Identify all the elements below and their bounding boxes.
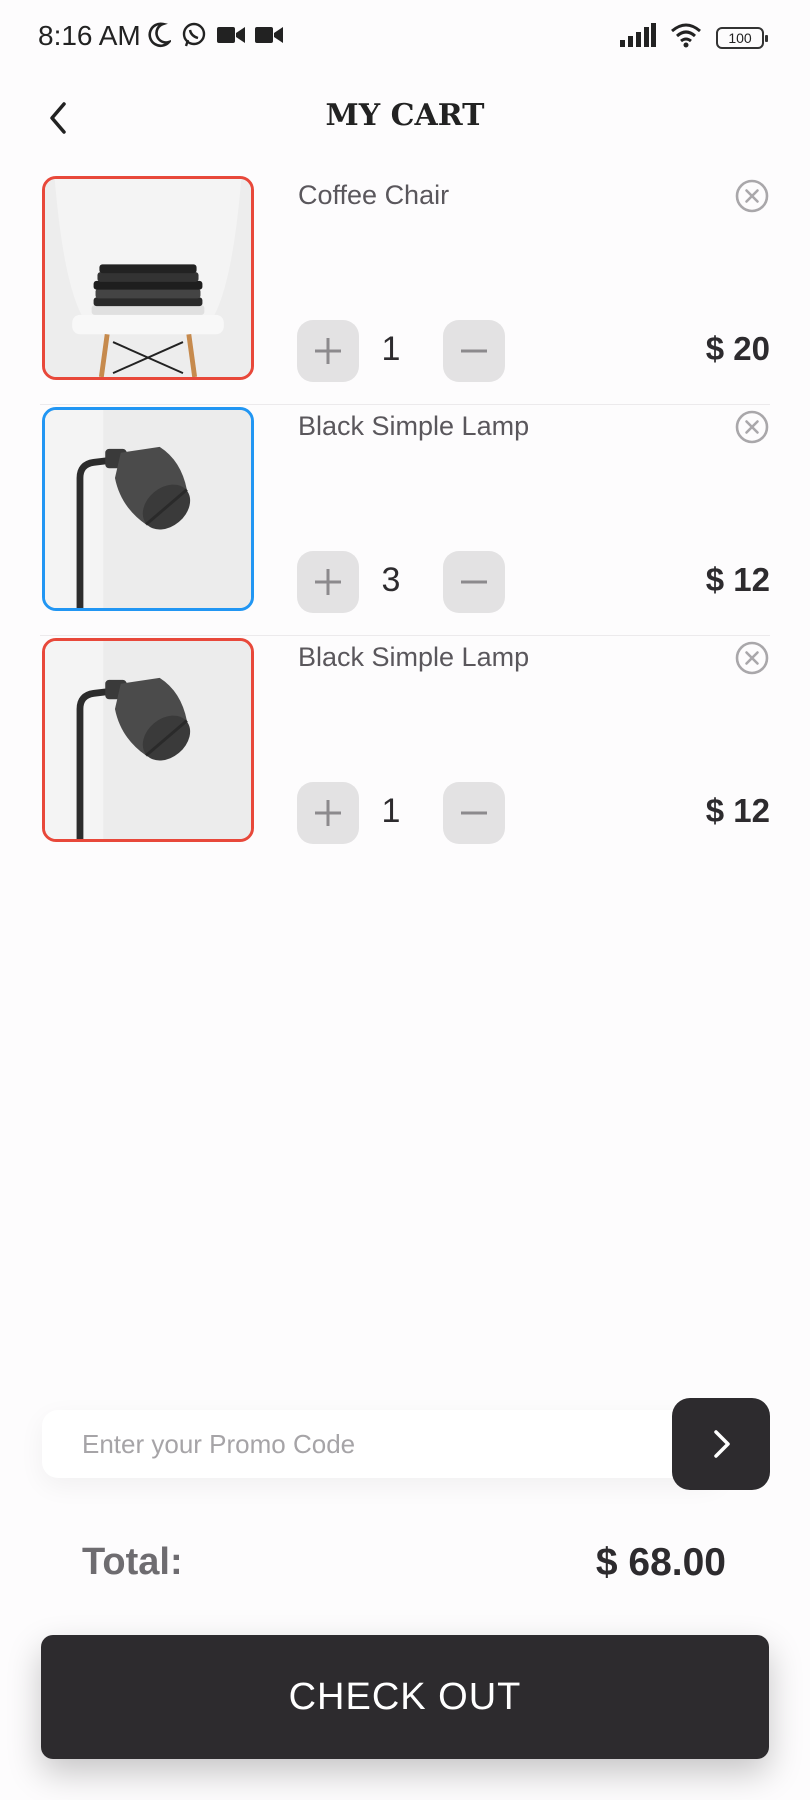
quantity-value: 1	[381, 792, 401, 830]
increase-quantity-button[interactable]	[297, 782, 359, 844]
cart-item[interactable]: Black Simple Lamp 1 $ 12	[40, 636, 770, 867]
product-name: Black Simple Lamp	[298, 642, 530, 672]
signal-icon	[620, 23, 656, 52]
product-name: Black Simple Lamp	[298, 411, 530, 441]
system-icons: 100	[620, 22, 768, 53]
total-value: $ 68.00	[595, 1541, 726, 1584]
product-price: $ 20	[705, 330, 770, 367]
promo-section	[42, 1398, 770, 1492]
plus-icon	[315, 338, 341, 364]
decrease-quantity-button[interactable]	[443, 551, 505, 613]
increase-quantity-button[interactable]	[297, 551, 359, 613]
status-bar: 8:16 AM 100	[0, 0, 810, 76]
apply-promo-button[interactable]	[672, 1398, 770, 1490]
cart-item[interactable]: Black Simple Lamp 3 $ 12	[40, 405, 770, 636]
video-camera-icon	[217, 25, 245, 50]
close-circle-icon	[735, 410, 769, 444]
minus-icon	[461, 580, 487, 584]
product-name: Coffee Chair	[298, 180, 450, 210]
promo-code-input[interactable]	[42, 1410, 722, 1478]
cart-list: Coffee Chair 1 $ 20 Black Simple Lamp 3 …	[40, 174, 770, 867]
checkout-button[interactable]: CHECK OUT	[41, 1635, 769, 1759]
increase-quantity-button[interactable]	[297, 320, 359, 382]
close-circle-icon	[735, 179, 769, 213]
total-label: Total:	[82, 1541, 183, 1583]
quantity-value: 3	[381, 561, 401, 599]
moon-icon	[147, 22, 174, 53]
quantity-value: 1	[381, 330, 401, 368]
decrease-quantity-button[interactable]	[443, 320, 505, 382]
close-circle-icon	[735, 641, 769, 675]
product-image[interactable]	[42, 407, 254, 611]
plus-icon	[315, 800, 341, 826]
notification-icons	[147, 22, 283, 53]
plus-icon	[315, 569, 341, 595]
remove-item-button[interactable]	[734, 409, 770, 445]
status-time: 8:16 AM	[38, 20, 141, 51]
product-image[interactable]	[42, 176, 254, 380]
whatsapp-icon	[181, 22, 207, 53]
battery-icon: 100	[716, 26, 768, 49]
wifi-icon	[670, 22, 702, 53]
cart-screen: 8:16 AM 100 MY CART Coffee Chair 1 $ 20 …	[0, 0, 810, 1800]
minus-icon	[461, 811, 487, 815]
remove-item-button[interactable]	[734, 640, 770, 676]
header: MY CART	[0, 92, 810, 144]
chevron-right-icon	[714, 1430, 730, 1458]
remove-item-button[interactable]	[734, 178, 770, 214]
cart-item[interactable]: Coffee Chair 1 $ 20	[40, 174, 770, 405]
product-image[interactable]	[42, 638, 254, 842]
minus-icon	[461, 349, 487, 353]
decrease-quantity-button[interactable]	[443, 782, 505, 844]
product-price: $ 12	[705, 792, 770, 829]
video-camera-icon	[255, 25, 283, 50]
page-title: MY CART	[325, 98, 485, 133]
product-price: $ 12	[705, 561, 770, 598]
